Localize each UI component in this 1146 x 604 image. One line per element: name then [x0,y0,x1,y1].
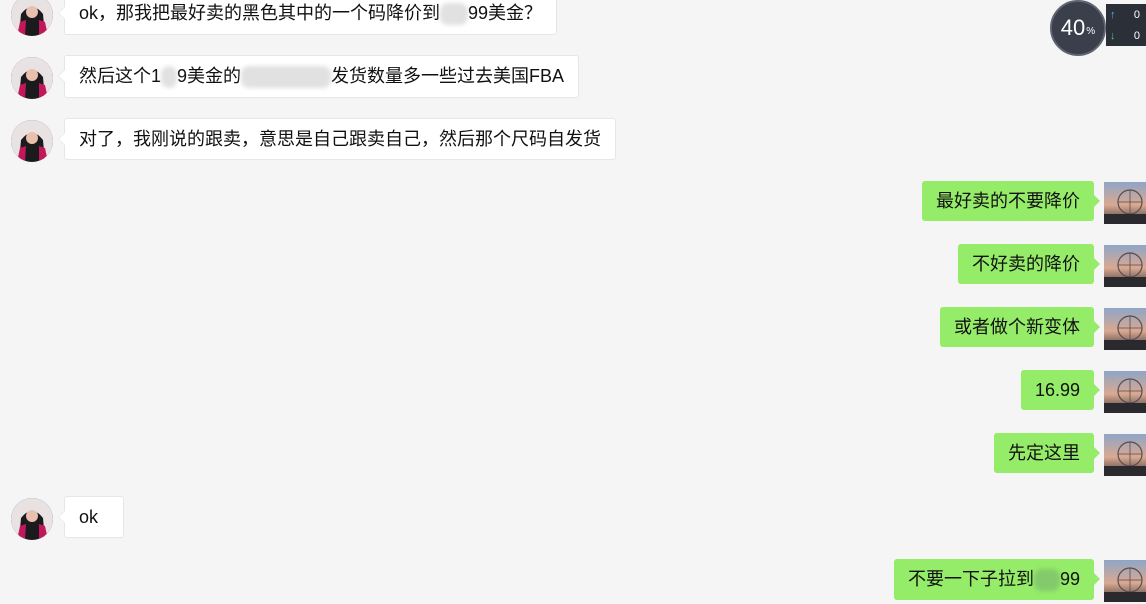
message-bubble[interactable]: 先定这里 [994,433,1100,473]
my-avatar[interactable] [1104,434,1146,476]
message-bubble[interactable]: 对了，我刚说的跟卖，意思是自己跟卖自己，然后那个尺码自发货 [58,118,616,160]
message-bubble[interactable]: ok [58,496,124,538]
speed-panel: ↑ 0 ↓ 0 [1106,4,1146,46]
download-speed: 0 [1133,29,1140,42]
contact-avatar[interactable] [11,498,53,540]
redacted-text [1033,569,1060,592]
download-arrow-icon: ↓ [1110,29,1116,42]
my-avatar[interactable] [1104,371,1146,413]
upload-arrow-icon: ↑ [1110,8,1116,21]
message-bubble[interactable]: 不要一下子拉到 99 [893,559,1101,601]
contact-avatar[interactable] [11,0,53,36]
my-avatar[interactable] [1104,308,1146,350]
redacted-text [440,3,469,26]
memory-usage-indicator: 40% [1050,0,1106,56]
message-bubble[interactable]: 然后这个1 9美金的 发货数量多一些过去美国FBA [57,55,580,99]
network-speed-widget[interactable]: 40% ↑ 0 ↓ 0 [1050,0,1146,56]
contact-avatar[interactable] [11,120,53,162]
redacted-text [161,66,178,89]
my-avatar[interactable] [1104,245,1146,287]
message-bubble[interactable]: 16.99 [1020,370,1101,410]
my-avatar[interactable] [1104,182,1146,224]
message-bubble[interactable]: 或者做个新变体 [940,307,1100,347]
message-bubble[interactable]: 最好卖的不要降价 [922,181,1100,221]
my-avatar[interactable] [1104,560,1146,602]
redacted-text [241,66,332,89]
message-bubble[interactable]: 不好卖的降价 [958,244,1100,284]
message-bubble[interactable]: ok，那我把最好卖的黑色其中的一个码降价到 99美金？ [57,0,558,36]
usage-percent: 40 [1060,15,1086,40]
upload-speed: 0 [1133,8,1140,21]
contact-avatar[interactable] [11,57,53,99]
